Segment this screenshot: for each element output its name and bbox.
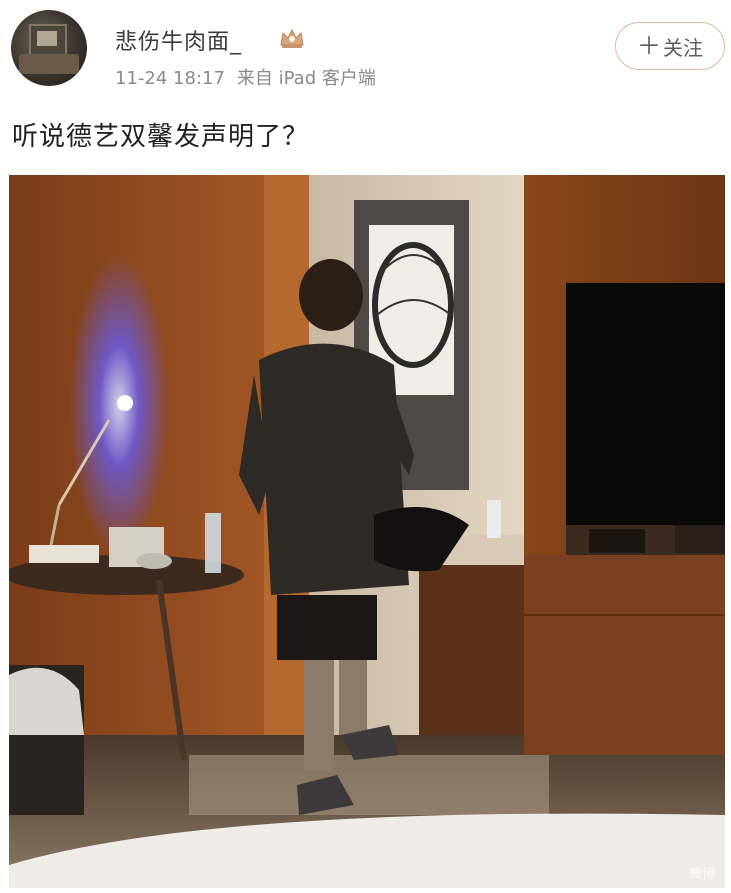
post-image[interactable]: 微博 xyxy=(9,175,725,888)
follow-button[interactable]: ＋ 关注 xyxy=(615,22,725,70)
post-meta: 11-24 18:17 来自 iPad 客户端 xyxy=(115,64,376,90)
post-source: 来自 iPad 客户端 xyxy=(236,68,376,89)
crown-badge-icon xyxy=(280,28,304,48)
post-timestamp: 11-24 18:17 xyxy=(115,68,225,89)
avatar[interactable] xyxy=(11,10,87,86)
post-text: 听说德艺双馨发声明了？ xyxy=(12,122,310,152)
post-header: 悲伤牛肉面_ 11-24 18:17 来自 iPad 客户端 ＋ 关注 xyxy=(0,0,731,100)
post-image-scene xyxy=(9,175,725,888)
avatar-picture-frame xyxy=(29,24,67,56)
plus-icon: ＋ xyxy=(637,32,661,60)
avatar-furniture xyxy=(19,54,79,74)
follow-label: 关注 xyxy=(663,35,703,60)
username[interactable]: 悲伤牛肉面_ xyxy=(115,24,242,56)
photo-watermark: 微博 xyxy=(688,867,715,882)
